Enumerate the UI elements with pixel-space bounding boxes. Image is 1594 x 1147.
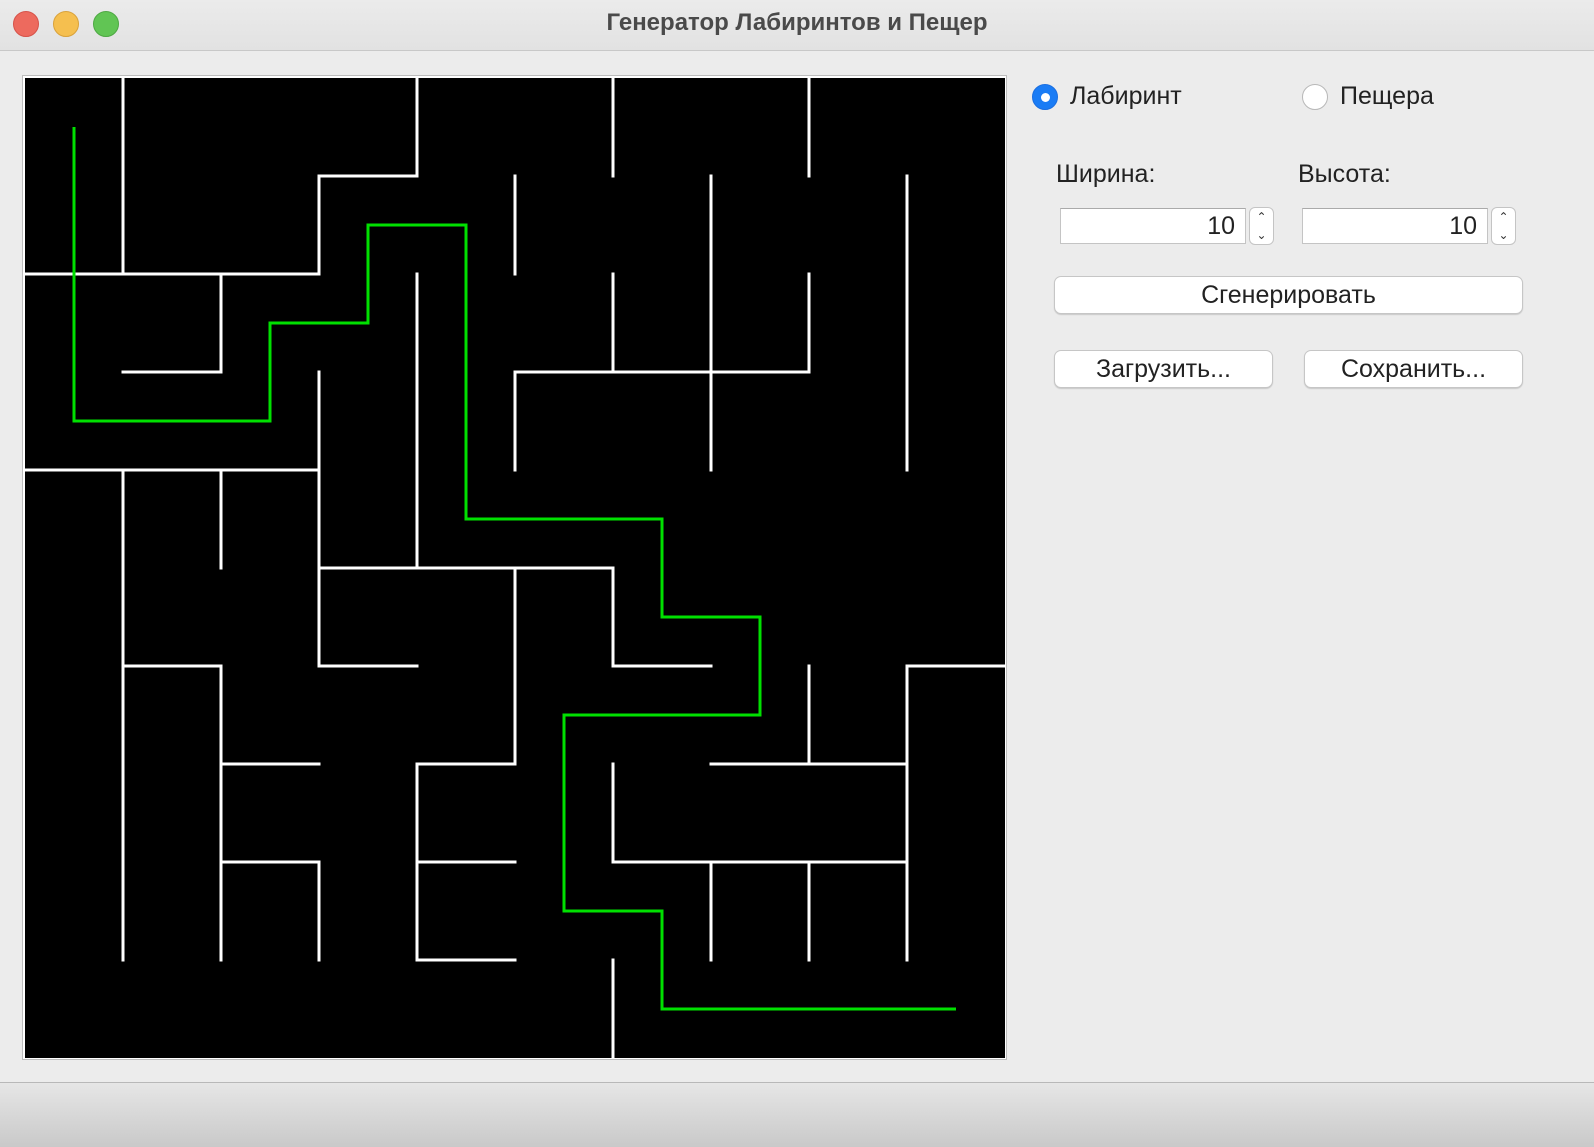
window-titlebar: Генератор Лабиринтов и Пещер — [0, 0, 1594, 51]
radio-maze-option[interactable]: Лабиринт — [1032, 82, 1182, 111]
width-increment-chevron-up-icon[interactable]: ⌃ — [1250, 208, 1273, 226]
maze-canvas — [22, 75, 1007, 1060]
width-label: Ширина: — [1056, 160, 1156, 188]
generate-button[interactable]: Сгенерировать — [1054, 276, 1523, 314]
control-panel: Лабиринт Пещера Ширина: Высота: ⌃ ⌄ ⌃ ⌄ … — [1030, 70, 1560, 410]
height-stepper[interactable]: ⌃ ⌄ — [1491, 207, 1516, 245]
width-stepper[interactable]: ⌃ ⌄ — [1249, 207, 1274, 245]
radio-cave-indicator[interactable] — [1302, 83, 1328, 110]
height-decrement-chevron-down-icon[interactable]: ⌄ — [1492, 226, 1515, 244]
height-label: Высота: — [1298, 160, 1391, 188]
radio-cave-label: Пещера — [1340, 82, 1434, 110]
radio-maze-indicator[interactable] — [1032, 83, 1058, 110]
load-button[interactable]: Загрузить... — [1054, 350, 1273, 388]
width-decrement-chevron-down-icon[interactable]: ⌄ — [1250, 226, 1273, 244]
radio-cave-option[interactable]: Пещера — [1302, 82, 1434, 111]
bottom-bar — [0, 1082, 1594, 1147]
maze-drawing — [25, 78, 1005, 1058]
width-input[interactable] — [1060, 208, 1246, 244]
window-title: Генератор Лабиринтов и Пещер — [606, 9, 988, 36]
save-button[interactable]: Сохранить... — [1304, 350, 1523, 388]
radio-maze-label: Лабиринт — [1070, 82, 1182, 110]
height-input[interactable] — [1302, 208, 1488, 244]
height-increment-chevron-up-icon[interactable]: ⌃ — [1492, 208, 1515, 226]
